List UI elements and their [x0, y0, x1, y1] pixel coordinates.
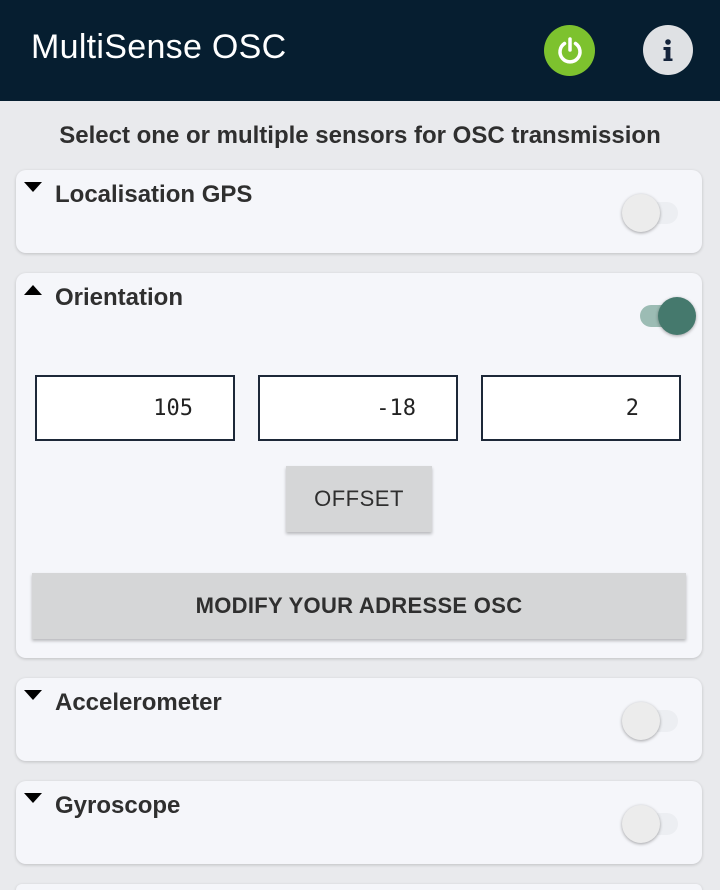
app-title: MultiSense OSC	[31, 28, 287, 66]
orientation-z-field[interactable]	[481, 375, 681, 441]
power-icon	[557, 36, 582, 64]
collapse-caret-icon[interactable]	[24, 285, 42, 295]
expand-caret-icon[interactable]	[24, 182, 42, 192]
sensor-title-gps[interactable]: Localisation GPS	[55, 181, 252, 209]
sensor-card-next	[16, 884, 702, 890]
info-icon	[663, 39, 673, 61]
app-bar: MultiSense OSC	[0, 0, 720, 101]
sensor-card-gyroscope: Gyroscope	[16, 781, 702, 864]
sensor-title-orientation[interactable]: Orientation	[55, 284, 183, 312]
sensor-toggle-accelerometer[interactable]	[622, 702, 682, 740]
instruction-text: Select one or multiple sensors for OSC t…	[59, 122, 661, 149]
power-button[interactable]	[544, 25, 595, 76]
sensor-toggle-orientation[interactable]	[636, 297, 696, 335]
orientation-y-field[interactable]	[258, 375, 458, 441]
sensor-card-accelerometer: Accelerometer	[16, 678, 702, 761]
sensor-toggle-gps[interactable]	[622, 194, 682, 232]
sensor-card-gps: Localisation GPS	[16, 170, 702, 253]
info-button[interactable]	[643, 25, 693, 75]
offset-button[interactable]: OFFSET	[286, 466, 432, 532]
expand-caret-icon[interactable]	[24, 793, 42, 803]
sensor-title-gyroscope[interactable]: Gyroscope	[55, 792, 180, 820]
sensor-title-accelerometer[interactable]: Accelerometer	[55, 689, 222, 717]
expand-caret-icon[interactable]	[24, 690, 42, 700]
orientation-x-field[interactable]	[35, 375, 235, 441]
modify-osc-address-button[interactable]: MODIFY YOUR ADRESSE OSC	[32, 573, 686, 639]
sensor-toggle-gyroscope[interactable]	[622, 805, 682, 843]
